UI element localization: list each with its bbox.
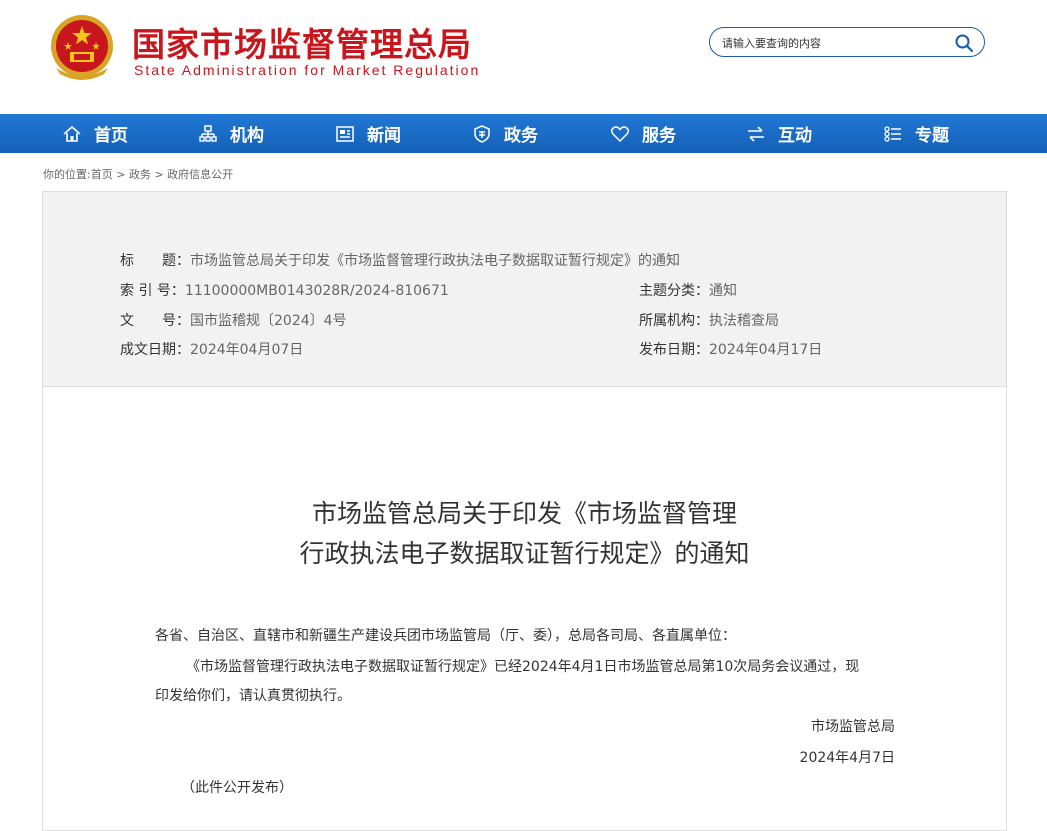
document-metadata: 标 题：市场监管总局关于印发《市场监督管理行政执法电子数据取证暂行规定》的通知 … xyxy=(43,192,1006,387)
list-icon xyxy=(884,125,901,142)
main-nav: 首页 机构 新闻 政务 服务 互动 专题 xyxy=(0,114,1047,153)
signature-date: 2024年4月7日 xyxy=(799,750,895,766)
breadcrumb-info-disclosure[interactable]: 政府信息公开 xyxy=(167,168,233,181)
breadcrumb-government[interactable]: 政务 xyxy=(129,168,151,181)
heart-icon xyxy=(610,125,630,142)
nav-item-home[interactable]: 首页 xyxy=(62,114,128,153)
search-input[interactable] xyxy=(720,33,954,53)
meta-org-row: 所属机构：执法稽查局 xyxy=(639,310,779,330)
meta-title-value: 市场监管总局关于印发《市场监督管理行政执法电子数据取证暂行规定》的通知 xyxy=(190,253,680,269)
meta-docno-label: 文 号： xyxy=(120,313,190,329)
document-title-line: 市场监管总局关于印发《市场监督管理 xyxy=(311,499,737,528)
search-icon[interactable] xyxy=(954,33,974,53)
breadcrumb: 你的位置:首页 > 政务 > 政府信息公开 xyxy=(43,166,233,182)
meta-index-value: 11100000MB0143028R/2024-810671 xyxy=(184,283,449,299)
meta-docno-row: 文 号：国市监稽规〔2024〕4号 xyxy=(120,310,347,330)
search-box xyxy=(709,27,985,57)
meta-published-label: 发布日期： xyxy=(639,342,709,358)
meta-org-label: 所属机构： xyxy=(639,313,709,329)
meta-title-row: 标 题：市场监管总局关于印发《市场监督管理行政执法电子数据取证暂行规定》的通知 xyxy=(120,250,680,270)
meta-topic-value: 通知 xyxy=(709,283,737,299)
site-subtitle: State Administration for Market Regulati… xyxy=(134,62,481,78)
nav-label: 专题 xyxy=(915,126,949,146)
nav-item-org[interactable]: 机构 xyxy=(198,114,264,153)
national-emblem-icon[interactable] xyxy=(46,12,118,84)
site-title[interactable]: 国家市场监督管理总局 xyxy=(132,18,472,66)
swap-arrows-icon xyxy=(748,125,764,142)
meta-title-label: 标 题： xyxy=(120,253,190,269)
meta-created-row: 成文日期：2024年04月07日 xyxy=(120,339,303,359)
breadcrumb-separator: > xyxy=(154,168,164,181)
nav-label: 服务 xyxy=(642,126,676,146)
newspaper-icon xyxy=(336,125,354,142)
signature: 市场监管总局 xyxy=(811,719,895,735)
meta-created-label: 成文日期： xyxy=(120,342,190,358)
nav-item-topics[interactable]: 专题 xyxy=(883,114,949,153)
meta-topic-row: 主题分类：通知 xyxy=(639,280,737,300)
nav-label: 新闻 xyxy=(367,126,401,146)
nav-label: 首页 xyxy=(94,126,128,146)
nav-label: 政务 xyxy=(504,126,538,146)
breadcrumb-home[interactable]: 首页 xyxy=(91,168,113,181)
paragraph-line: 《市场监督管理行政执法电子数据取证暂行规定》已经2024年4月1日市场监管总局第… xyxy=(186,659,860,675)
document-title: 市场监管总局关于印发《市场监督管理 行政执法电子数据取证暂行规定》的通知 xyxy=(43,494,1006,574)
meta-index-label: 索 引 号： xyxy=(120,283,185,299)
meta-published-value: 2024年04月17日 xyxy=(709,342,823,358)
nav-item-news[interactable]: 新闻 xyxy=(335,114,401,153)
meta-index-row: 索 引 号：11100000MB0143028R/2024-810671 xyxy=(120,280,449,300)
breadcrumb-separator: > xyxy=(116,168,126,181)
content-panel: 标 题：市场监管总局关于印发《市场监督管理行政执法电子数据取证暂行规定》的通知 … xyxy=(42,191,1007,831)
meta-topic-label: 主题分类： xyxy=(639,283,709,299)
nav-item-service[interactable]: 服务 xyxy=(610,114,676,153)
site-header: 国家市场监督管理总局 State Administration for Mark… xyxy=(0,0,1047,113)
breadcrumb-prefix: 你的位置: xyxy=(43,168,91,181)
meta-published-row: 发布日期：2024年04月17日 xyxy=(639,339,822,359)
meta-docno-value: 国市监稽规〔2024〕4号 xyxy=(190,313,347,329)
publication-note: （此件公开发布） xyxy=(181,780,293,796)
salutation: 各省、自治区、直辖市和新疆生产建设兵团市场监管局（厅、委），总局各司局、各直属单… xyxy=(155,628,736,644)
nav-label: 机构 xyxy=(230,126,264,146)
meta-created-value: 2024年04月07日 xyxy=(190,342,304,358)
document-title-line: 行政执法电子数据取证暂行规定》的通知 xyxy=(299,539,750,568)
nav-item-interaction[interactable]: 互动 xyxy=(746,114,812,153)
home-icon xyxy=(63,125,81,142)
meta-org-value: 执法稽查局 xyxy=(709,313,779,329)
nav-item-government[interactable]: 政务 xyxy=(472,114,538,153)
paragraph-line: 印发给你们，请认真贯彻执行。 xyxy=(155,688,351,704)
nav-label: 互动 xyxy=(778,126,812,146)
shield-icon xyxy=(474,124,490,143)
org-chart-icon xyxy=(199,124,217,142)
